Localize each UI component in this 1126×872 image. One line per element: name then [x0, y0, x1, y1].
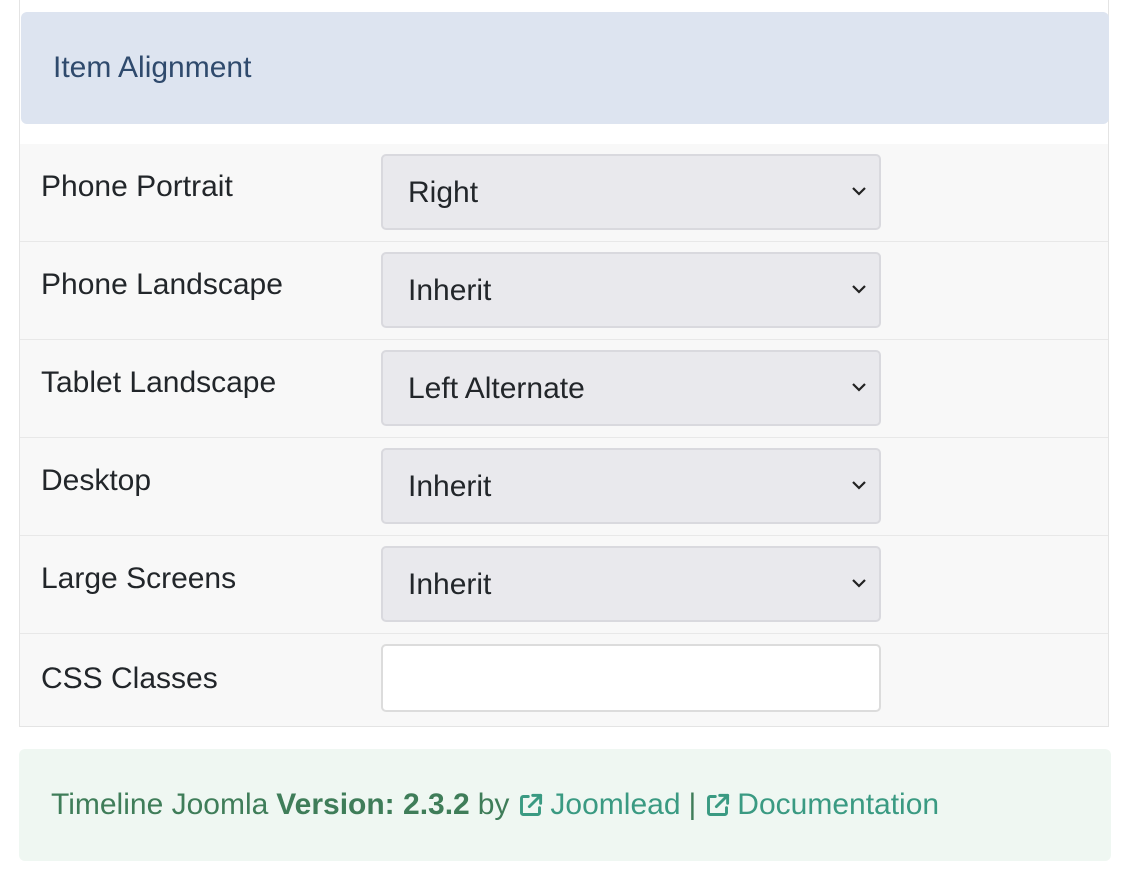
select-value: Inherit: [408, 274, 492, 307]
settings-form: Phone Portrait Right Phone Landscape Inh…: [20, 144, 1108, 726]
section-header: Item Alignment: [21, 12, 1109, 124]
link-separator: |: [688, 788, 697, 821]
field-row-large-screens: Large Screens Inherit: [20, 536, 1108, 634]
chevron-down-icon: [852, 481, 866, 490]
select-value: Left Alternate: [408, 372, 585, 405]
css-classes-input[interactable]: [381, 644, 881, 712]
chevron-down-icon: [852, 383, 866, 392]
phone-portrait-select[interactable]: Right: [381, 154, 881, 230]
footer-credits: Timeline Joomla Version: 2.3.2 by Joomle…: [19, 749, 1111, 861]
select-value: Inherit: [408, 470, 492, 503]
field-label: Phone Landscape: [41, 268, 283, 301]
external-link-icon: [707, 793, 730, 816]
external-link-icon: [520, 793, 543, 816]
field-label: Large Screens: [41, 562, 237, 595]
phone-landscape-select[interactable]: Inherit: [381, 252, 881, 328]
field-label: CSS Classes: [41, 662, 218, 695]
field-row-css-classes: CSS Classes: [20, 634, 1108, 726]
field-row-desktop: Desktop Inherit: [20, 438, 1108, 536]
section-title: Item Alignment: [53, 51, 252, 84]
product-name: Timeline Joomla: [51, 788, 269, 821]
field-label: Tablet Landscape: [41, 366, 277, 399]
field-label: Phone Portrait: [41, 170, 233, 203]
joomlead-link-label: Joomlead: [550, 788, 681, 821]
select-value: Right: [408, 176, 479, 209]
large-screens-select[interactable]: Inherit: [381, 546, 881, 622]
field-row-tablet-landscape: Tablet Landscape Left Alternate: [20, 340, 1108, 438]
desktop-select[interactable]: Inherit: [381, 448, 881, 524]
chevron-down-icon: [852, 187, 866, 196]
documentation-link[interactable]: Documentation: [704, 788, 939, 822]
by-text: by: [477, 788, 510, 821]
select-value: Inherit: [408, 568, 492, 601]
chevron-down-icon: [852, 285, 866, 294]
field-row-phone-landscape: Phone Landscape Inherit: [20, 242, 1108, 340]
tablet-landscape-select[interactable]: Left Alternate: [381, 350, 881, 426]
field-row-phone-portrait: Phone Portrait Right: [20, 144, 1108, 242]
chevron-down-icon: [852, 579, 866, 588]
joomlead-link[interactable]: Joomlead: [517, 788, 681, 822]
documentation-link-label: Documentation: [737, 788, 940, 821]
version-label: Version: 2.3.2: [276, 788, 470, 821]
field-label: Desktop: [41, 464, 152, 497]
